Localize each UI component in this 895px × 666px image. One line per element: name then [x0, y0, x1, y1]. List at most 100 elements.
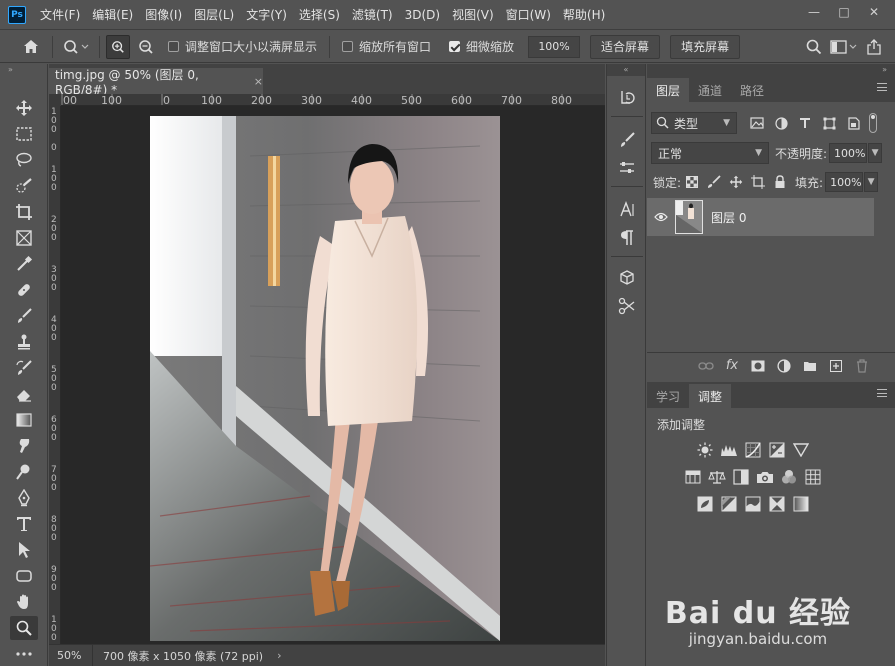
- photo-filter-button[interactable]: [753, 466, 777, 488]
- horizontal-ruler[interactable]: 00 100 0 100 200 300 400 500 600 700 800: [61, 94, 605, 106]
- document-tab[interactable]: timg.jpg @ 50% (图层 0, RGB/8#) * ×: [49, 68, 263, 97]
- vibrance-button[interactable]: [789, 439, 813, 461]
- visibility-toggle[interactable]: [647, 212, 675, 222]
- posterize-button[interactable]: [717, 493, 741, 515]
- search-button[interactable]: [801, 35, 827, 59]
- status-menu-arrow[interactable]: ›: [277, 649, 281, 662]
- paragraph-panel-button[interactable]: [613, 226, 641, 250]
- crop-tool[interactable]: [10, 200, 38, 224]
- menu-help[interactable]: 帮助(H): [557, 0, 611, 30]
- delete-layer-button[interactable]: [849, 356, 875, 376]
- new-adjustment-layer-button[interactable]: [771, 356, 797, 376]
- lock-position-button[interactable]: [725, 172, 747, 192]
- zoom-all-checkbox[interactable]: [342, 41, 354, 52]
- close-button[interactable]: ✕: [859, 2, 889, 22]
- maximize-button[interactable]: □: [829, 2, 859, 22]
- panel-collapse-button[interactable]: »: [647, 64, 895, 76]
- new-layer-button[interactable]: [823, 356, 849, 376]
- clone-stamp-tool[interactable]: [10, 330, 38, 354]
- pen-tool[interactable]: [10, 486, 38, 510]
- filter-shape-button[interactable]: [817, 113, 841, 133]
- resize-windows-option[interactable]: 调整窗口大小以满屏显示: [168, 38, 317, 55]
- vertical-ruler[interactable]: 1 0 0 0 1 0 0 2 0 0 3 0 0 4 0 0 5 0 0 6 …: [49, 106, 61, 646]
- invert-button[interactable]: [693, 493, 717, 515]
- toolbar-collapse-button[interactable]: »: [0, 64, 47, 76]
- lock-image-button[interactable]: [703, 172, 725, 192]
- dock-expand-button[interactable]: «: [607, 64, 645, 76]
- opacity-slider-button[interactable]: ▼: [868, 143, 883, 163]
- zoom-tool[interactable]: [10, 616, 38, 640]
- filter-kind-dropdown[interactable]: 类型 ▼: [651, 112, 737, 134]
- history-brush-tool[interactable]: [10, 356, 38, 380]
- eyedropper-tool[interactable]: [10, 252, 38, 276]
- color-lookup-button[interactable]: [801, 466, 825, 488]
- marquee-tool[interactable]: [10, 122, 38, 146]
- minimize-button[interactable]: —: [799, 2, 829, 22]
- filter-type-button[interactable]: [793, 113, 817, 133]
- canvas-viewport[interactable]: [61, 106, 605, 646]
- eraser-tool[interactable]: [10, 382, 38, 406]
- tab-learn[interactable]: 学习: [647, 384, 689, 408]
- tab-channels[interactable]: 通道: [689, 78, 731, 102]
- menu-type[interactable]: 文字(Y): [240, 0, 293, 30]
- zoom-in-button[interactable]: [106, 34, 130, 59]
- exposure-button[interactable]: [765, 439, 789, 461]
- menu-select[interactable]: 选择(S): [293, 0, 346, 30]
- selective-color-button[interactable]: [765, 493, 789, 515]
- gradient-tool[interactable]: [10, 408, 38, 432]
- curves-button[interactable]: [741, 439, 765, 461]
- filter-smart-object-button[interactable]: [841, 113, 865, 133]
- levels-button[interactable]: [717, 439, 741, 461]
- zoom-percent-field[interactable]: 100%: [528, 35, 581, 58]
- healing-brush-tool[interactable]: [10, 278, 38, 302]
- tool-presets-button[interactable]: [613, 294, 641, 318]
- tab-paths[interactable]: 路径: [731, 78, 773, 102]
- tab-adjustments[interactable]: 调整: [689, 384, 732, 408]
- gradient-map-button[interactable]: [789, 493, 813, 515]
- zoom-level-field[interactable]: 50%: [49, 644, 93, 666]
- link-layers-button[interactable]: [693, 356, 719, 376]
- panel-menu-icon[interactable]: [877, 83, 887, 91]
- scrubby-zoom-option[interactable]: 细微缩放: [449, 38, 514, 55]
- history-panel-button[interactable]: [613, 86, 641, 110]
- zoom-tool-preset-button[interactable]: [59, 35, 93, 59]
- quick-selection-tool[interactable]: [10, 174, 38, 198]
- fill-slider-button[interactable]: ▼: [864, 172, 879, 192]
- scrubby-zoom-checkbox[interactable]: [449, 41, 461, 52]
- home-button[interactable]: [16, 34, 46, 60]
- panel-menu-icon[interactable]: [877, 389, 887, 397]
- add-mask-button[interactable]: [745, 356, 771, 376]
- fill-screen-button[interactable]: 填充屏幕: [670, 34, 741, 59]
- photoshop-logo-icon[interactable]: Ps: [8, 5, 26, 24]
- filter-toggle-switch[interactable]: [869, 113, 877, 133]
- workspace-button[interactable]: [827, 35, 861, 59]
- rectangle-tool[interactable]: [10, 564, 38, 588]
- filter-adjustment-button[interactable]: [769, 113, 793, 133]
- hue-saturation-button[interactable]: [681, 466, 705, 488]
- move-tool[interactable]: [10, 96, 38, 120]
- type-tool[interactable]: [10, 512, 38, 536]
- color-balance-button[interactable]: [705, 466, 729, 488]
- menu-window[interactable]: 窗口(W): [500, 0, 557, 30]
- hand-tool[interactable]: [10, 590, 38, 614]
- 3d-panel-button[interactable]: [613, 266, 641, 290]
- brush-tool[interactable]: [10, 304, 38, 328]
- brightness-contrast-button[interactable]: [693, 439, 717, 461]
- filter-pixel-button[interactable]: [745, 113, 769, 133]
- zoom-all-option[interactable]: 缩放所有窗口: [342, 38, 431, 55]
- close-icon[interactable]: ×: [254, 75, 263, 88]
- resize-windows-checkbox[interactable]: [168, 41, 179, 52]
- tab-layers[interactable]: 图层: [647, 78, 690, 102]
- menu-layer[interactable]: 图层(L): [188, 0, 240, 30]
- menu-edit[interactable]: 编辑(E): [86, 0, 139, 30]
- lock-transparent-button[interactable]: [681, 172, 703, 192]
- new-group-button[interactable]: [797, 356, 823, 376]
- threshold-button[interactable]: [741, 493, 765, 515]
- blend-mode-dropdown[interactable]: 正常 ▼: [651, 142, 769, 164]
- blur-tool[interactable]: [10, 434, 38, 458]
- black-white-button[interactable]: [729, 466, 753, 488]
- opacity-field[interactable]: 100%: [829, 143, 868, 163]
- frame-tool[interactable]: [10, 226, 38, 250]
- fit-screen-button[interactable]: 适合屏幕: [590, 34, 661, 59]
- document-image[interactable]: [150, 116, 500, 641]
